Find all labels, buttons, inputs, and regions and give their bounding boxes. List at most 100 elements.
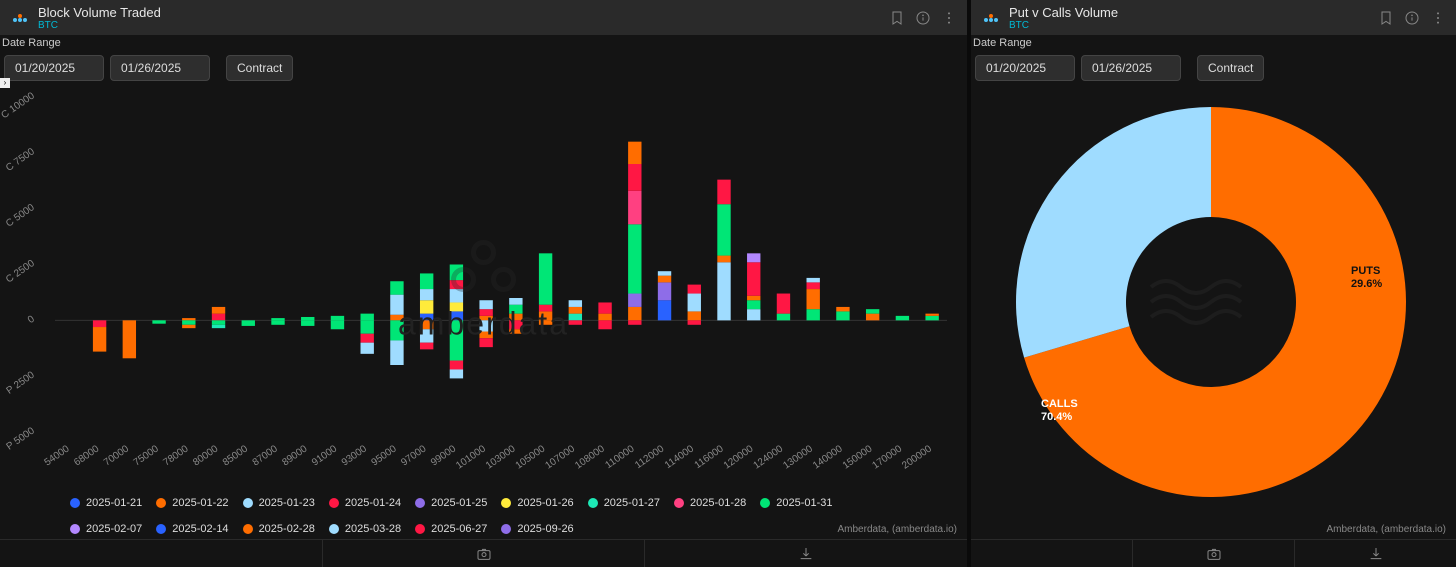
bar-segment[interactable] [628,142,641,164]
date-from-input[interactable] [4,55,104,81]
bar-segment[interactable] [539,253,552,304]
bar-segment[interactable] [271,318,284,320]
bar-segment[interactable] [450,280,463,289]
bar-segment[interactable] [450,361,463,370]
bar-segment[interactable] [836,307,849,311]
bar-segment[interactable] [509,314,522,321]
bar-segment[interactable] [658,271,671,275]
camera-icon[interactable] [1206,546,1222,562]
camera-icon[interactable] [476,546,492,562]
bar-segment[interactable] [747,296,760,300]
bar-segment[interactable] [361,334,374,343]
bar-segment[interactable] [747,309,760,320]
bar-segment[interactable] [301,320,314,326]
bar-segment[interactable] [777,314,790,321]
donut-chart[interactable]: PUTS29.6%CALLS70.4% [971,87,1456,539]
bar-chart[interactable]: amberdata P 5000P 25000C 2500C 5000C 750… [0,87,967,493]
legend-item[interactable]: 2025-06-27 [415,523,487,535]
bar-segment[interactable] [866,309,879,313]
bar-segment[interactable] [717,204,730,255]
bar-segment[interactable] [182,318,195,320]
bar-segment[interactable] [628,191,641,225]
bar-segment[interactable] [420,320,433,329]
date-from-input[interactable] [975,55,1075,81]
bar-segment[interactable] [450,302,463,311]
bar-segment[interactable] [925,314,938,316]
legend-item[interactable]: 2025-09-26 [501,523,573,535]
bar-segment[interactable] [807,278,820,282]
contract-button[interactable]: Contract [226,55,293,81]
bar-segment[interactable] [628,294,641,307]
bar-segment[interactable] [450,311,463,320]
bar-segment[interactable] [450,320,463,360]
bar-segment[interactable] [390,315,403,321]
info-icon[interactable] [1404,10,1420,26]
bar-segment[interactable] [182,325,195,328]
legend-item[interactable]: 2025-03-28 [329,523,401,535]
legend-item[interactable]: 2025-02-28 [243,523,315,535]
legend-item[interactable]: 2025-02-14 [156,523,228,535]
legend-item[interactable]: 2025-01-23 [243,497,315,509]
more-icon[interactable] [1430,10,1446,26]
date-to-input[interactable] [1081,55,1181,81]
bar-segment[interactable] [450,369,463,378]
legend-item[interactable]: 2025-01-26 [501,497,573,509]
bar-segment[interactable] [747,262,760,296]
bar-segment[interactable] [212,325,225,328]
bar-segment[interactable] [569,314,582,321]
legend-item[interactable]: 2025-01-31 [760,497,832,509]
bar-segment[interactable] [688,285,701,294]
bar-segment[interactable] [420,343,433,350]
bar-segment[interactable] [479,332,492,339]
bar-segment[interactable] [420,314,433,321]
legend-item[interactable]: 2025-01-28 [674,497,746,509]
bar-segment[interactable] [688,311,701,320]
bar-segment[interactable] [361,314,374,321]
bar-segment[interactable] [390,295,403,315]
bar-segment[interactable] [212,314,225,321]
bar-segment[interactable] [271,320,284,324]
legend-item[interactable]: 2025-01-27 [588,497,660,509]
bar-segment[interactable] [509,320,522,329]
bar-segment[interactable] [361,320,374,333]
bookmark-icon[interactable] [1378,10,1394,26]
bar-segment[interactable] [93,327,106,352]
bar-segment[interactable] [717,262,730,320]
bar-segment[interactable] [658,276,671,283]
bar-segment[interactable] [331,316,344,320]
bar-segment[interactable] [539,305,552,312]
date-to-input[interactable] [110,55,210,81]
bar-segment[interactable] [212,307,225,314]
bar-segment[interactable] [479,316,492,320]
bar-segment[interactable] [479,309,492,316]
legend-item[interactable]: 2025-01-21 [70,497,142,509]
info-icon[interactable] [915,10,931,26]
bar-segment[interactable] [807,289,820,309]
download-icon[interactable] [1368,546,1384,562]
bar-segment[interactable] [450,265,463,281]
bar-segment[interactable] [93,320,106,327]
bar-segment[interactable] [717,256,730,263]
bar-segment[interactable] [658,300,671,320]
bar-segment[interactable] [420,329,433,342]
bar-segment[interactable] [836,311,849,320]
bar-segment[interactable] [539,320,552,324]
bar-segment[interactable] [539,311,552,320]
bar-segment[interactable] [420,289,433,300]
bar-segment[interactable] [182,320,195,324]
legend-item[interactable]: 2025-01-22 [156,497,228,509]
bar-segment[interactable] [479,338,492,347]
bar-segment[interactable] [569,300,582,307]
legend-item[interactable]: 2025-01-24 [329,497,401,509]
legend-item[interactable]: 2025-01-25 [415,497,487,509]
bar-segment[interactable] [896,316,909,320]
bar-segment[interactable] [569,320,582,324]
bar-segment[interactable] [688,294,701,312]
contract-button[interactable]: Contract [1197,55,1264,81]
bar-segment[interactable] [925,316,938,320]
bar-segment[interactable] [628,320,641,324]
bar-segment[interactable] [361,343,374,354]
bar-segment[interactable] [123,320,136,358]
bar-segment[interactable] [509,305,522,314]
bar-segment[interactable] [747,253,760,262]
